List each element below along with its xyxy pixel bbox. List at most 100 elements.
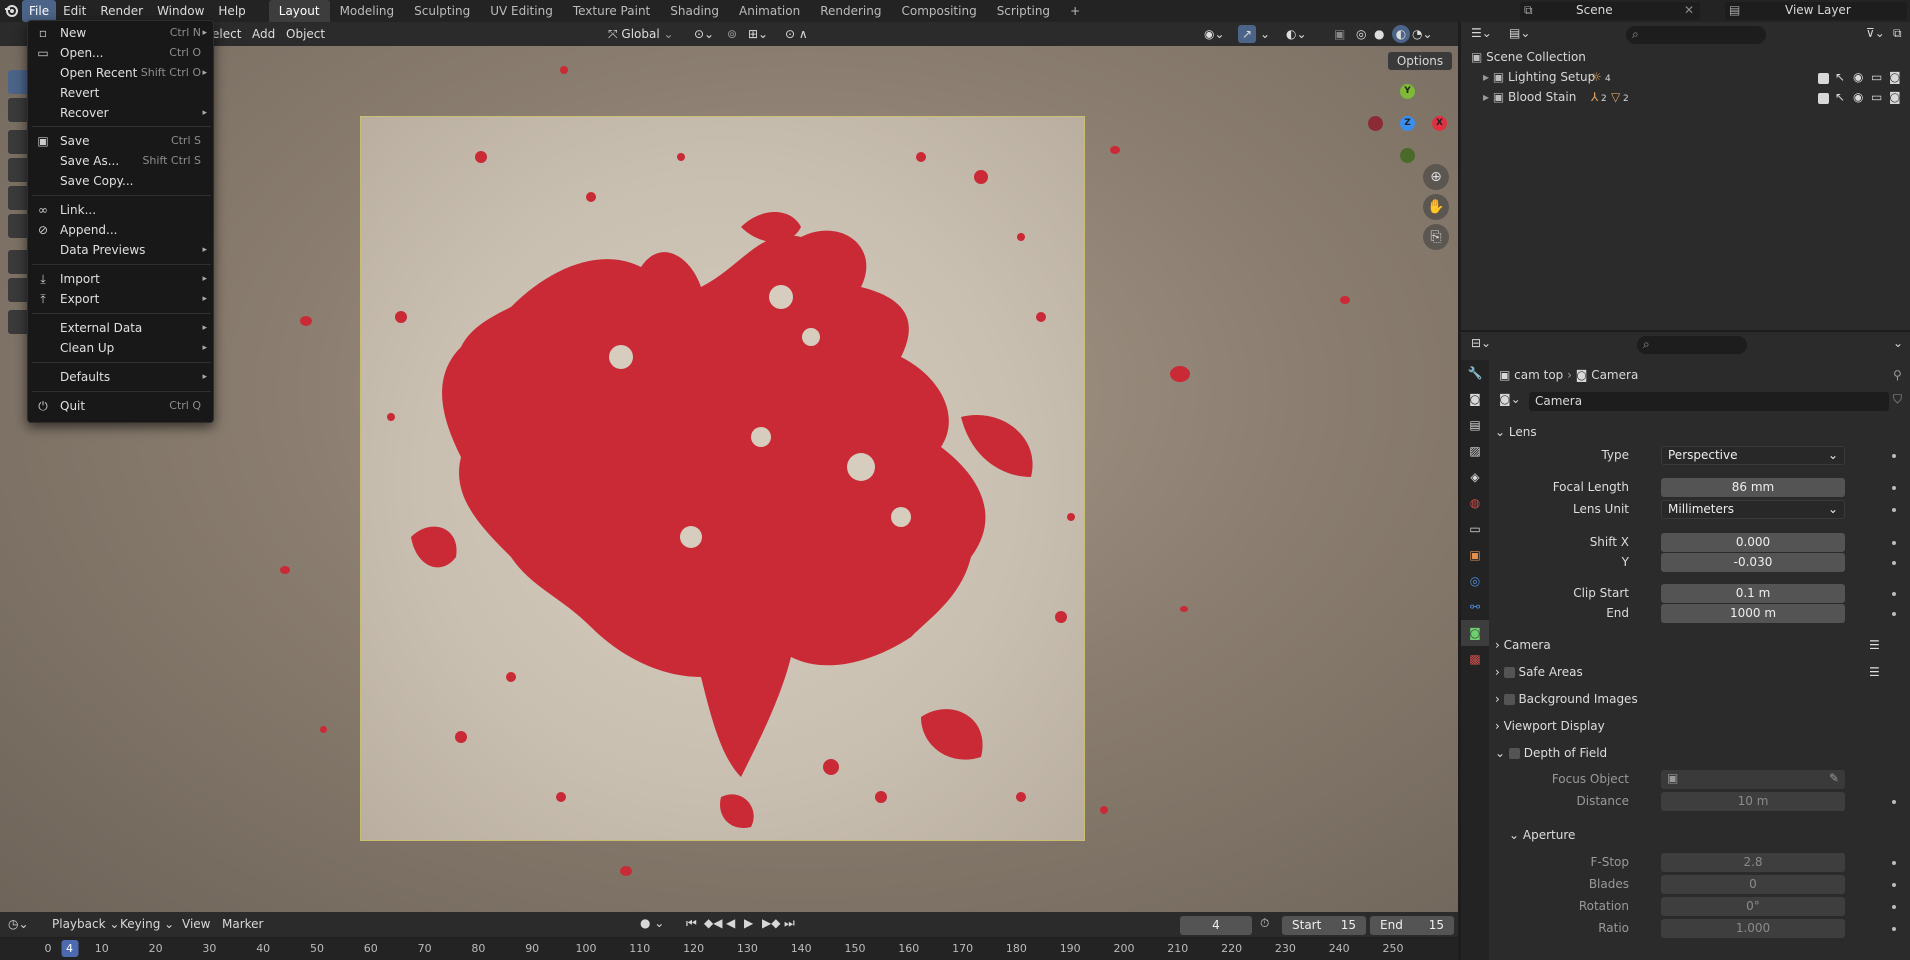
menu-item-revert[interactable]: Revert [28,83,215,103]
play-icon[interactable]: ▶ [744,916,753,930]
editor-type-icon[interactable]: ◷⌄ [8,917,29,931]
play-reverse-icon[interactable]: ◀ [726,916,735,930]
shift-y-field[interactable]: -0.030 [1661,553,1845,572]
view-layer-selector[interactable]: ▤ View Layer [1725,2,1907,20]
add-workspace-button[interactable]: + [1060,0,1090,22]
rendered-shading-icon[interactable]: ◔⌄ [1412,25,1433,43]
eye-icon[interactable]: ◉ [1853,90,1863,104]
background-images-checkbox[interactable] [1503,694,1515,705]
blades-field[interactable]: 0 [1661,875,1845,894]
gizmo-dropdown-icon[interactable]: ⌄ [1260,25,1270,43]
texture-tab-icon[interactable]: ▩ [1461,646,1489,672]
solid-shading-icon[interactable]: ● [1374,25,1384,43]
gizmo-toggle-icon[interactable]: ↗ [1238,25,1256,43]
new-collection-icon[interactable]: ⧉ [1893,26,1902,41]
wireframe-shading-icon[interactable]: ◎ [1356,25,1366,43]
keyframe-dot[interactable] [1892,561,1896,565]
menu-item-open-recent[interactable]: Open Recent Shift Ctrl O ▸ [28,63,215,83]
scene-tab-icon[interactable]: ◈ [1461,464,1489,490]
eyedropper-icon[interactable]: ✎ [1829,771,1839,785]
camera-render-icon[interactable]: ◙ [1889,70,1901,84]
menu-item-import[interactable]: ⤓ Import ▸ [28,269,215,289]
gizmo-z-axis[interactable]: Z [1400,116,1415,131]
viewport-display-panel-header[interactable]: › Viewport Display [1495,714,1905,738]
select-menu[interactable]: elect [212,25,241,43]
jump-end-icon[interactable]: ⏭ [784,916,795,931]
snap-target-icon[interactable]: ⊞⌄ [748,25,768,43]
keyframe-dot[interactable] [1892,927,1896,931]
add-menu[interactable]: Add [252,25,275,43]
menu-item-save-copy[interactable]: Save Copy... [28,171,215,191]
lens-unit-dropdown[interactable]: Millimeters ⌄ [1661,500,1845,519]
rotation-field[interactable]: 0° [1661,897,1845,916]
material-shading-icon[interactable]: ◐ [1392,25,1410,43]
keyframe-dot[interactable] [1892,508,1896,512]
clip-end-field[interactable]: 1000 m [1661,604,1845,623]
depth-of-field-panel-header[interactable]: ⌄ Depth of Field [1495,741,1905,765]
keying-menu[interactable]: Keying ⌄ [120,917,174,931]
fake-user-shield-icon[interactable]: ⛉ [1893,392,1902,407]
keyframe-dot[interactable] [1892,905,1896,909]
end-frame-field[interactable]: End 15 [1370,916,1454,935]
menu-item-save[interactable]: ▣ Save Ctrl S [28,131,215,151]
snap-icon[interactable]: ⊚ [727,25,737,43]
object-menu[interactable]: Object [286,25,325,43]
filter-icon[interactable]: ⊽⌄ [1866,26,1885,40]
gizmo-neg-y-axis[interactable] [1400,148,1415,163]
constraints-tab-icon[interactable]: ⚯ [1461,594,1489,620]
menu-item-open[interactable]: ▭ Open... Ctrl O [28,43,215,63]
lens-panel-header[interactable]: ⌄ Lens [1495,420,1905,444]
scene-close-icon[interactable]: ✕ [1684,3,1694,17]
record-icon[interactable]: ● ⌄ [640,916,664,930]
pan-hand-icon[interactable]: ✋ [1423,194,1449,220]
menu-item-external-data[interactable]: External Data ▸ [28,318,215,338]
tab-compositing[interactable]: Compositing [891,0,986,22]
transform-orientation-dropdown[interactable]: ⤧ Global ⌄ [608,25,684,43]
keyframe-dot[interactable] [1892,541,1896,545]
safe-areas-checkbox[interactable] [1503,667,1515,678]
keyframe-dot[interactable] [1892,612,1896,616]
select-icon[interactable]: ↖ [1835,90,1845,104]
depth-of-field-checkbox[interactable] [1508,748,1520,759]
eye-icon[interactable]: ◉ [1853,70,1863,84]
tab-scripting[interactable]: Scripting [987,0,1060,22]
tab-uv-editing[interactable]: UV Editing [480,0,563,22]
keyframe-dot[interactable] [1892,800,1896,804]
gizmo-y-axis[interactable]: Y [1400,84,1415,99]
menu-item-clean-up[interactable]: Clean Up ▸ [28,338,215,358]
outliner-row-blood-stain[interactable]: ▸ ▣ Blood Stain ⅄ 2 ▽ 2 ↖ ◉ ▭ ◙ [1483,90,1903,108]
menu-render[interactable]: Render [93,0,150,22]
tab-sculpting[interactable]: Sculpting [404,0,480,22]
gizmo-x-axis[interactable]: X [1432,116,1447,131]
keyframe-dot[interactable] [1892,883,1896,887]
exclude-checkbox[interactable] [1818,93,1829,104]
menu-edit[interactable]: Edit [56,0,93,22]
outliner-row-lighting-setup[interactable]: ▸ ▣ Lighting Setup ☼ 4 ↖ ◉ ▭ ◙ [1483,70,1903,88]
blender-logo-icon[interactable] [0,0,22,22]
menu-item-recover[interactable]: Recover ▸ [28,103,215,123]
background-images-panel-header[interactable]: › Background Images [1495,687,1905,711]
menu-file[interactable]: File [22,0,57,22]
collection-tab-icon[interactable]: ▭ [1461,516,1489,542]
keyframe-dot[interactable] [1892,861,1896,865]
focus-object-field[interactable]: ▣ ✎ [1661,770,1845,789]
xray-icon[interactable]: ▣ [1334,25,1345,43]
menu-item-link[interactable]: ∞ Link... [28,200,215,220]
pin-icon[interactable]: ⚲ [1893,368,1902,382]
playhead-frame-indicator[interactable]: 4 [61,940,79,957]
menu-item-data-previews[interactable]: Data Previews ▸ [28,240,215,260]
overlays-icon[interactable]: ◐⌄ [1286,25,1307,43]
monitor-icon[interactable]: ▭ [1871,70,1882,84]
menu-item-append[interactable]: ⊘ Append... [28,220,215,240]
stopwatch-icon[interactable]: ⏱ [1260,916,1269,931]
camera-data-tab-icon[interactable]: ◙ [1461,620,1489,646]
aperture-panel-header[interactable]: ⌄ Aperture [1509,823,1910,847]
marker-menu[interactable]: Marker [222,917,263,931]
select-icon[interactable]: ↖ [1835,70,1845,84]
fstop-field[interactable]: 2.8 [1661,853,1845,872]
menu-item-export[interactable]: ⤒ Export ▸ [28,289,215,309]
keyframe-dot[interactable] [1892,454,1896,458]
camera-data-selector[interactable]: ◙⌄ [1499,392,1527,411]
view-layer-tab-icon[interactable]: ▨ [1461,438,1489,464]
keyframe-dot[interactable] [1892,486,1896,490]
